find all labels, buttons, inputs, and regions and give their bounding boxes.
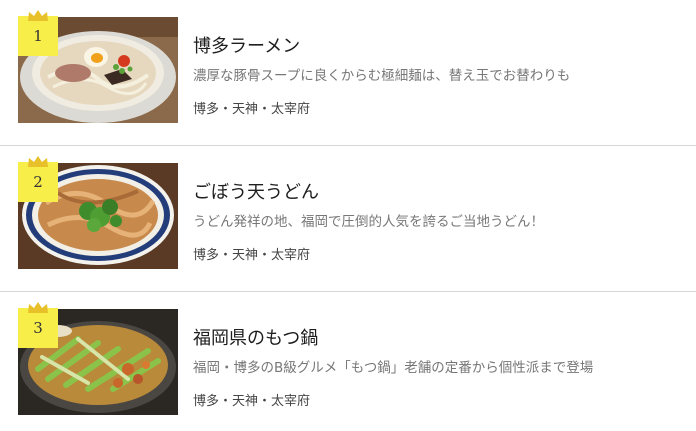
rank-badge: 2 — [18, 156, 58, 202]
rank-badge: 3 — [18, 302, 58, 348]
rank-number: 2 — [33, 173, 43, 191]
crown-icon — [28, 302, 48, 313]
item-area: 博多・天神・太宰府 — [193, 394, 311, 409]
item-title[interactable]: ごぼう天うどん — [193, 178, 319, 204]
item-title[interactable]: 博多ラーメン — [193, 32, 300, 58]
ranking-list: 1 博多ラーメン 濃厚な豚骨スープに良くからむ極細麺は、替え玉でお替わりも 博多… — [0, 0, 696, 431]
crown-icon — [28, 156, 48, 167]
ranking-item-3[interactable]: 3 福岡県のもつ鍋 福岡・博多のB級グルメ「もつ鍋」老舗の定番から個性派まで登場… — [0, 292, 696, 431]
rank-number: 1 — [33, 27, 43, 45]
item-area: 博多・天神・太宰府 — [193, 102, 311, 117]
ranking-item-2[interactable]: 2 ごぼう天うどん うどん発祥の地、福岡で圧倒的人気を誇るご当地うどん！ 博多・… — [0, 146, 696, 292]
item-description: 福岡・博多のB級グルメ「もつ鍋」老舗の定番から個性派まで登場 — [193, 360, 594, 376]
ranking-item-1[interactable]: 1 博多ラーメン 濃厚な豚骨スープに良くからむ極細麺は、替え玉でお替わりも 博多… — [0, 0, 696, 146]
item-title[interactable]: 福岡県のもつ鍋 — [193, 324, 318, 350]
item-area: 博多・天神・太宰府 — [193, 248, 311, 263]
rank-badge: 1 — [18, 10, 58, 56]
item-description: うどん発祥の地、福岡で圧倒的人気を誇るご当地うどん！ — [193, 214, 544, 230]
crown-icon — [28, 10, 48, 21]
item-description: 濃厚な豚骨スープに良くからむ極細麺は、替え玉でお替わりも — [193, 68, 571, 84]
rank-number: 3 — [33, 319, 43, 337]
